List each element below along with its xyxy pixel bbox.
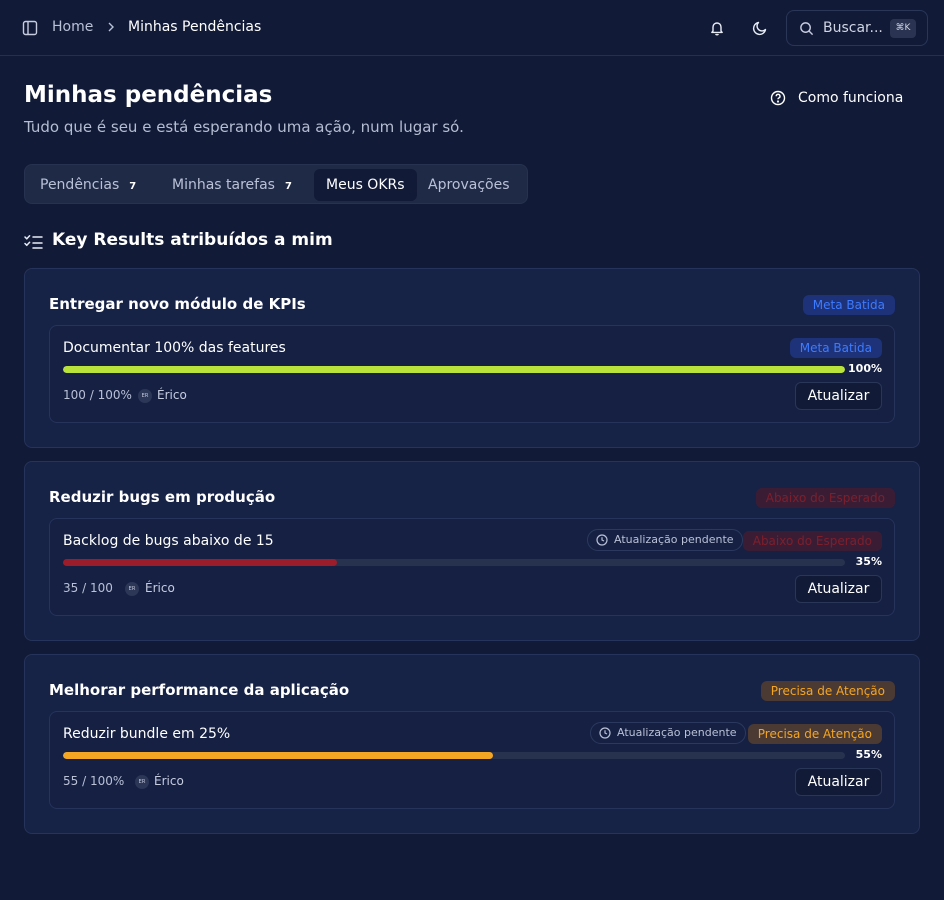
page-title: Minhas pendências: [24, 82, 273, 108]
breadcrumb-current: Minhas Pendências: [128, 19, 262, 35]
tab-label: Meus OKRs: [326, 177, 405, 193]
progress-fill: [63, 366, 845, 373]
status-badge: Precisa de Atenção: [747, 724, 882, 744]
search-label: Buscar...: [823, 20, 883, 36]
tab-label: Minhas tarefas: [172, 177, 275, 193]
key-result-card: Backlog de bugs abaixo de 15 Atualização…: [49, 518, 895, 616]
moon-icon[interactable]: [752, 20, 768, 36]
chevron-right-icon: [108, 22, 114, 32]
page-subtitle: Tudo que é seu e está esperando uma ação…: [24, 118, 464, 136]
progress-fill: [63, 752, 494, 759]
tab-pendencias[interactable]: Pendências 7: [40, 169, 136, 201]
owner-name: Érico: [145, 581, 175, 595]
search-shortcut: ⌘K: [890, 19, 916, 38]
avatar: ER: [135, 775, 149, 789]
avatar: ER: [138, 389, 152, 403]
progress-fill: [63, 559, 337, 566]
status-badge: Abaixo do Esperado: [755, 488, 895, 508]
key-result-value: 35 / 100: [63, 581, 113, 595]
key-result-title: Reduzir bundle em 25%: [63, 726, 231, 742]
pending-update-label: Atualização pendente: [617, 726, 737, 739]
tab-aprovacoes[interactable]: Aprovações: [428, 169, 510, 201]
status-badge: Abaixo do Esperado: [742, 531, 882, 551]
key-result-value: 100 / 100%: [63, 388, 132, 402]
objective-title: Melhorar performance da aplicação: [49, 681, 350, 699]
status-badge: Meta Batida: [802, 295, 895, 315]
owner-name: Érico: [154, 774, 184, 788]
progress-percent: 55%: [855, 748, 882, 761]
objective-title: Entregar novo módulo de KPIs: [49, 295, 306, 313]
search-button[interactable]: Buscar... ⌘K: [786, 10, 928, 46]
how-it-works-button[interactable]: Como funciona: [770, 88, 903, 108]
objective-card: Entregar novo módulo de KPIs Meta Batida…: [24, 268, 920, 448]
tab-label: Pendências: [40, 177, 120, 193]
how-it-works-label: Como funciona: [798, 90, 904, 106]
objective-title: Reduzir bugs em produção: [49, 488, 276, 506]
help-circle-icon: [770, 90, 786, 106]
tab-bar: Pendências 7 Minhas tarefas 7 Meus OKRs Ap…: [24, 164, 528, 204]
objective-card: Reduzir bugs em produção Abaixo do Esper…: [24, 461, 920, 641]
list-checks-icon: [24, 235, 43, 249]
progress-percent: 35%: [855, 555, 882, 568]
progress-bar: [63, 366, 845, 373]
key-result-card: Documentar 100% das features Meta Batida…: [49, 325, 895, 423]
owner-name: Érico: [157, 388, 187, 402]
tab-meus-okrs[interactable]: Meus OKRs: [314, 169, 417, 201]
pending-update-badge: Atualização pendente: [587, 529, 743, 551]
key-result-title: Documentar 100% das features: [63, 340, 286, 356]
avatar: ER: [125, 582, 139, 596]
key-result-value: 55 / 100%: [63, 774, 125, 788]
pending-update-badge: Atualização pendente: [590, 722, 746, 744]
tab-label: Aprovações: [428, 177, 510, 193]
update-button[interactable]: Atualizar: [795, 382, 882, 410]
update-button[interactable]: Atualizar: [795, 575, 882, 603]
objective-card: Melhorar performance da aplicação Precis…: [24, 654, 920, 834]
clock-icon: [599, 727, 611, 739]
status-badge: Meta Batida: [789, 338, 882, 358]
sidebar-toggle-icon[interactable]: [22, 20, 38, 36]
top-bar: Home Minhas Pendências Buscar... ⌘K: [0, 0, 944, 56]
progress-bar: [63, 752, 845, 759]
section-title: Key Results atribuídos a mim: [52, 230, 333, 250]
tab-minhas-tarefas[interactable]: Minhas tarefas 7: [172, 169, 292, 201]
breadcrumb-home[interactable]: Home: [52, 19, 93, 35]
key-result-card: Reduzir bundle em 25% Atualização penden…: [49, 711, 895, 809]
tab-count: 7: [129, 181, 137, 192]
progress-bar: [63, 559, 845, 566]
pending-update-label: Atualização pendente: [614, 533, 734, 546]
status-badge: Precisa de Atenção: [760, 681, 895, 701]
bell-icon[interactable]: [709, 20, 725, 36]
tab-count: 7: [284, 181, 292, 192]
update-button[interactable]: Atualizar: [795, 768, 882, 796]
search-icon: [800, 22, 814, 36]
clock-icon: [596, 534, 608, 546]
progress-percent: 100%: [848, 362, 882, 375]
key-result-title: Backlog de bugs abaixo de 15: [63, 533, 274, 549]
